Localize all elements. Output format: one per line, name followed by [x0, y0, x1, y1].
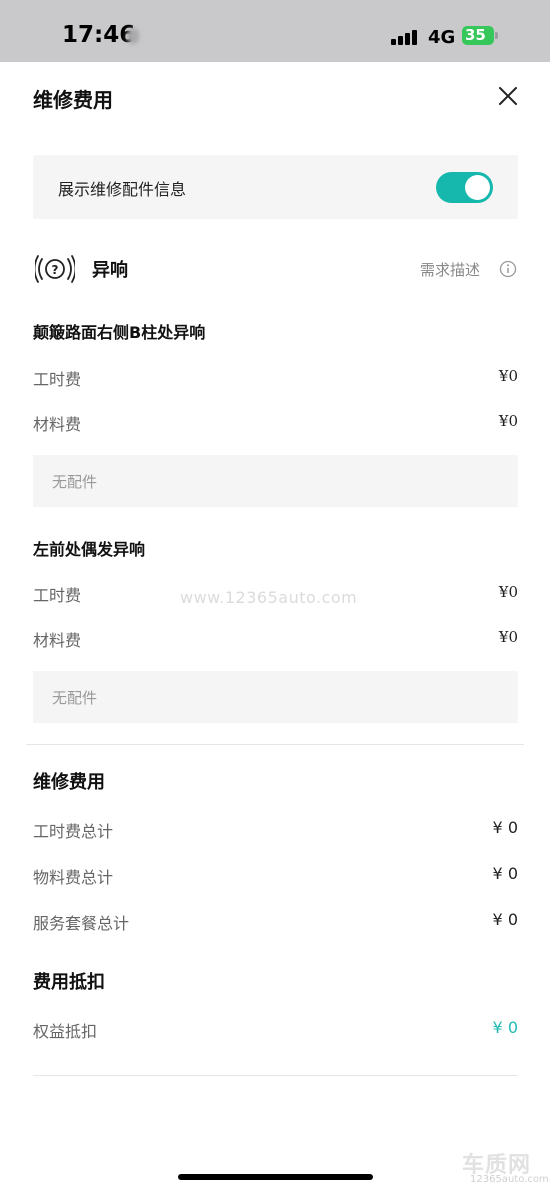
info-icon[interactable] [499, 260, 517, 278]
page-title: 维修费用 [33, 88, 113, 112]
status-time: 17:46 [62, 22, 136, 48]
svg-text:?: ? [52, 263, 59, 277]
no-parts-text: 无配件 [52, 473, 98, 491]
labor-total-value: ¥ 0 [492, 818, 518, 837]
show-parts-label: 展示维修配件信息 [58, 180, 187, 199]
close-button[interactable] [494, 82, 522, 110]
repair-item-title: 颠簸路面右侧B柱处异响 [33, 323, 206, 342]
benefit-deduction-label: 权益抵扣 [33, 1022, 98, 1041]
material-total-value: ¥ 0 [492, 864, 518, 883]
status-bar: 17:46 4G 35 [0, 0, 550, 62]
labor-fee-label: 工时费 [33, 370, 82, 389]
watermark-text: www.12365auto.com [180, 588, 358, 607]
labor-fee-label: 工时费 [33, 586, 82, 605]
home-indicator[interactable] [178, 1174, 373, 1180]
benefit-deduction-value: ¥ 0 [492, 1018, 518, 1037]
blurred-status-icon [127, 28, 139, 44]
battery-icon: 35 [462, 26, 494, 45]
material-fee-label: 材料费 [33, 631, 82, 650]
cellular-signal-icon [391, 27, 419, 45]
close-icon [499, 87, 517, 105]
deduction-title: 费用抵扣 [33, 972, 105, 993]
parts-box: 无配件 [33, 455, 518, 507]
service-package-total-value: ¥ 0 [492, 910, 518, 929]
demand-description-link[interactable]: 需求描述 [420, 259, 480, 280]
material-fee-value: ¥0 [498, 412, 518, 430]
repair-item-title: 左前处偶发异响 [33, 540, 146, 559]
show-parts-toggle[interactable] [436, 172, 493, 203]
bottom-divider [33, 1075, 518, 1076]
service-package-total-label: 服务套餐总计 [33, 914, 130, 933]
labor-fee-value: ¥0 [498, 583, 518, 601]
toggle-knob [465, 175, 490, 200]
show-parts-panel: 展示维修配件信息 [33, 155, 518, 219]
repair-cost-title: 维修费用 [33, 772, 105, 793]
no-parts-text: 无配件 [52, 689, 98, 707]
section-divider [26, 744, 524, 745]
labor-total-label: 工时费总计 [33, 822, 114, 841]
material-fee-label: 材料费 [33, 415, 82, 434]
network-type: 4G [428, 27, 456, 48]
material-fee-value: ¥0 [498, 628, 518, 646]
labor-fee-value: ¥0 [498, 367, 518, 385]
battery-level: 35 [465, 26, 486, 44]
issue-title: 异响 [92, 260, 128, 281]
abnormal-noise-icon: ? [33, 254, 77, 284]
material-total-label: 物料费总计 [33, 868, 114, 887]
brand-logo-sub: 12365auto.com [470, 1174, 549, 1185]
parts-box: 无配件 [33, 671, 518, 723]
battery-tip [495, 32, 498, 39]
